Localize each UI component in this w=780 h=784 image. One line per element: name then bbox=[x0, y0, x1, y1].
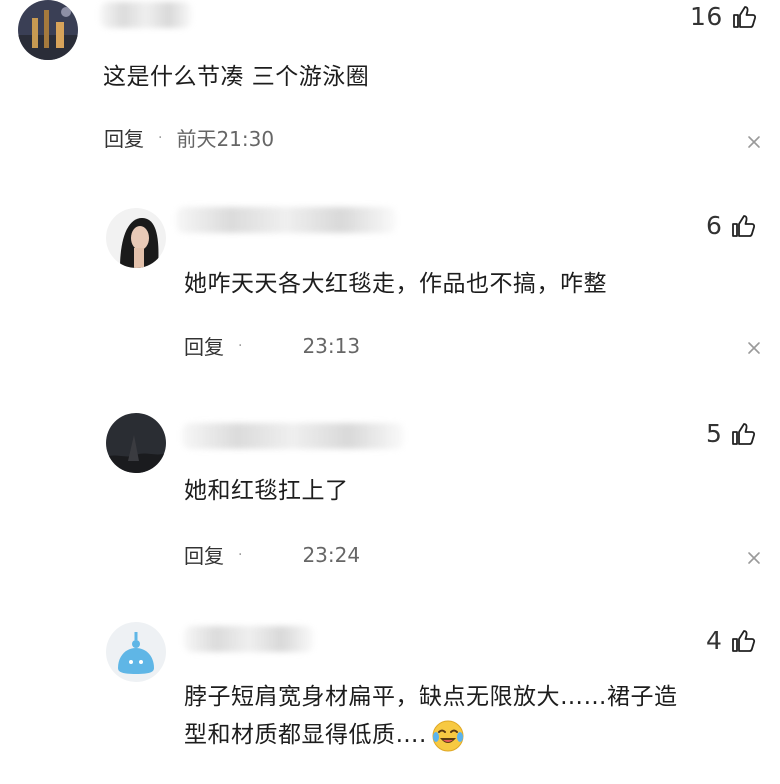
comment-meta: 回复 · 前天21:30 bbox=[104, 123, 274, 152]
crying-laughing-emoji-icon bbox=[432, 720, 464, 751]
close-icon[interactable] bbox=[746, 550, 762, 566]
close-icon[interactable] bbox=[746, 134, 762, 150]
reply-button[interactable]: 回复 bbox=[184, 331, 224, 360]
comment-meta: 回复 · 23:24 bbox=[184, 540, 360, 569]
comment-1: 16 这是什么节凑 三个游泳圈 回复 · 前天21:30 bbox=[0, 0, 780, 200]
comment-text: 她和红毯扛上了 bbox=[184, 478, 349, 504]
comment-text-line-2-content: 型和材质都显得低质…. bbox=[184, 722, 427, 748]
reply-button[interactable]: 回复 bbox=[104, 123, 144, 152]
avatar[interactable] bbox=[106, 413, 166, 473]
timestamp: 前天21:30 bbox=[176, 127, 275, 151]
thumbs-up-icon bbox=[732, 5, 756, 28]
timestamp: 23:24 bbox=[302, 542, 361, 567]
like-count: 6 bbox=[706, 211, 723, 240]
comment-text: 她咋天天各大红毯走，作品也不搞，咋整 bbox=[184, 271, 607, 297]
like-count: 4 bbox=[706, 626, 723, 655]
reply-button[interactable]: 回复 bbox=[184, 540, 224, 569]
like-button[interactable]: 16 bbox=[690, 2, 757, 31]
comment-text-line-1: 脖子短肩宽身材扁平，缺点无限放大……裙子造 bbox=[184, 684, 678, 710]
avatar[interactable] bbox=[106, 622, 166, 682]
separator-dot: · bbox=[238, 337, 243, 354]
comment-text-line-2: 型和材质都显得低质…. bbox=[184, 716, 465, 754]
username-blurred[interactable] bbox=[176, 207, 396, 233]
comment-2: 6 她咋天天各大红毯走，作品也不搞，咋整 回复 · 23:13 bbox=[0, 195, 780, 395]
separator-dot: · bbox=[158, 129, 163, 146]
comment-text: 这是什么节凑 三个游泳圈 bbox=[103, 64, 370, 90]
avatar[interactable] bbox=[106, 208, 166, 268]
like-button[interactable]: 4 bbox=[706, 626, 756, 655]
thumbs-up-icon bbox=[732, 214, 756, 237]
avatar[interactable] bbox=[18, 0, 78, 60]
like-count: 5 bbox=[706, 419, 723, 448]
timestamp: 23:13 bbox=[302, 333, 361, 358]
comment-4: 4 脖子短肩宽身材扁平，缺点无限放大……裙子造 型和材质都显得低质…. bbox=[0, 612, 780, 784]
comment-3: 5 她和红毯扛上了 回复 · 23:24 bbox=[0, 405, 780, 605]
comment-meta: 回复 · 23:13 bbox=[184, 331, 360, 360]
thumbs-up-icon bbox=[732, 422, 756, 445]
like-button[interactable]: 5 bbox=[706, 419, 756, 448]
like-count: 16 bbox=[690, 2, 723, 31]
close-icon[interactable] bbox=[746, 340, 762, 356]
like-button[interactable]: 6 bbox=[706, 211, 756, 240]
username-blurred[interactable] bbox=[184, 626, 314, 652]
separator-dot: · bbox=[238, 546, 243, 563]
username-blurred[interactable] bbox=[100, 2, 192, 28]
username-blurred[interactable] bbox=[182, 423, 404, 449]
thumbs-up-icon bbox=[732, 629, 756, 652]
